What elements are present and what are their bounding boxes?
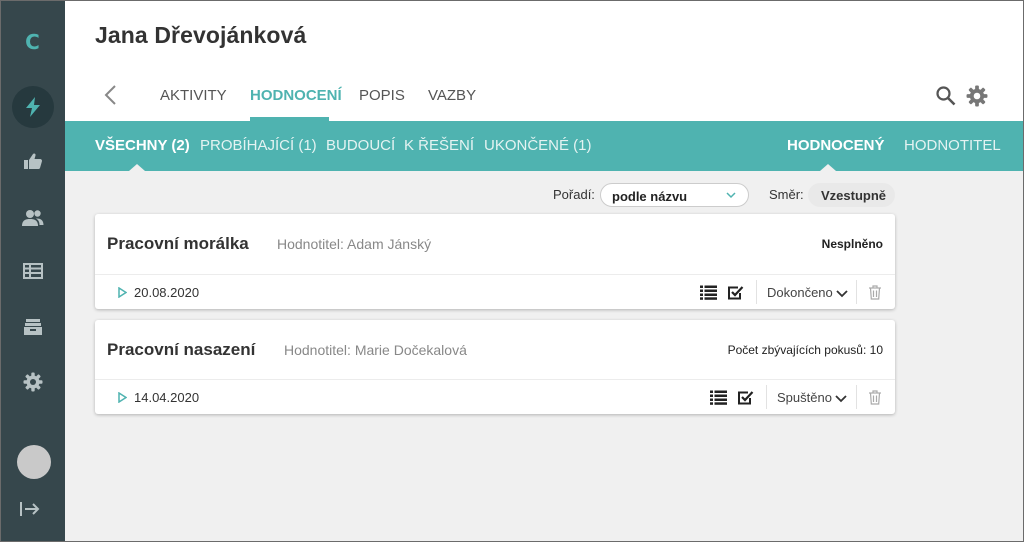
filter-tab-all[interactable]: VŠECHNY (2) <box>95 137 190 154</box>
filter-bar: VŠECHNY (2) PROBÍHAJÍCÍ (1) BUDOUCÍ K ŘE… <box>65 121 1024 171</box>
role-tab-evaluated[interactable]: HODNOCENÝ <box>787 137 885 154</box>
card-evaluator: Hodnotitel: Marie Dočekalová <box>284 342 467 358</box>
order-label: Pořadí: <box>553 187 595 202</box>
sidebar: C <box>0 0 65 542</box>
chevron-down-icon <box>726 192 736 199</box>
order-select[interactable]: podle názvu <box>600 183 749 207</box>
direction-value: Vzestupně <box>821 188 887 203</box>
sidebar-item-activities[interactable] <box>12 86 54 128</box>
play-icon[interactable] <box>118 392 127 403</box>
gear-icon <box>966 85 988 107</box>
lightning-icon <box>26 97 40 117</box>
direction-toggle[interactable]: Vzestupně <box>808 183 895 207</box>
list-icon[interactable] <box>700 285 717 300</box>
search-button[interactable] <box>935 85 957 112</box>
tab-relations[interactable]: VAZBY <box>428 87 476 104</box>
inbox-icon <box>24 319 42 335</box>
page-title: Jana Dřevojánková <box>95 22 307 48</box>
card-divider <box>95 274 895 275</box>
trash-icon[interactable] <box>868 390 882 405</box>
sidebar-item-table[interactable] <box>12 250 54 292</box>
sidebar-item-people[interactable] <box>12 197 54 239</box>
app-logo[interactable]: C <box>0 30 65 54</box>
card-status: Počet zbývajících pokusů: 10 <box>727 343 883 357</box>
chevron-left-icon <box>104 85 116 105</box>
state-dropdown[interactable]: Dokončeno <box>767 285 848 300</box>
chevron-down-icon <box>836 289 848 297</box>
filter-tab-to-resolve[interactable]: K ŘEŠENÍ <box>404 137 474 154</box>
rating-card: Pracovní nasazení Hodnotitel: Marie Doče… <box>95 320 895 414</box>
action-divider <box>766 385 767 409</box>
avatar[interactable] <box>17 445 51 479</box>
checkbox-check-icon[interactable] <box>727 284 744 301</box>
card-status: Nesplněno <box>821 237 883 251</box>
logout-button[interactable] <box>19 500 41 523</box>
people-icon <box>22 210 44 226</box>
card-title[interactable]: Pracovní morálka <box>107 234 249 254</box>
back-button[interactable] <box>103 84 117 111</box>
action-divider <box>756 280 757 304</box>
chevron-down-icon <box>835 394 847 402</box>
gear-icon <box>23 372 43 392</box>
sidebar-item-archive[interactable] <box>12 306 54 348</box>
sidebar-item-ratings[interactable] <box>12 140 54 182</box>
search-icon <box>936 86 956 106</box>
logout-icon <box>20 502 40 516</box>
table-icon <box>23 263 43 279</box>
tab-description[interactable]: POPIS <box>359 87 405 104</box>
trash-icon[interactable] <box>868 285 882 300</box>
state-value: Spuštěno <box>777 390 832 405</box>
card-evaluator: Hodnotitel: Adam Jánský <box>277 236 432 252</box>
card-divider <box>95 379 895 380</box>
direction-label: Směr: <box>769 187 804 202</box>
filter-tab-finished[interactable]: UKONČENÉ (1) <box>484 137 592 154</box>
rating-card: Pracovní morálka Hodnotitel: Adam Jánský… <box>95 214 895 309</box>
thumbs-up-icon <box>24 153 43 169</box>
card-date: 14.04.2020 <box>134 390 200 405</box>
page-header: Jana Dřevojánková AKTIVITY HODNOCENÍ POP… <box>65 0 1024 121</box>
tab-activities[interactable]: AKTIVITY <box>160 87 227 104</box>
filter-tab-upcoming[interactable]: BUDOUCÍ <box>326 137 395 154</box>
role-tab-evaluator[interactable]: HODNOTITEL <box>904 137 1001 154</box>
settings-button[interactable] <box>966 85 988 112</box>
sidebar-item-settings[interactable] <box>12 361 54 403</box>
card-title[interactable]: Pracovní nasazení <box>107 340 255 360</box>
list-icon[interactable] <box>710 390 727 405</box>
active-role-caret <box>820 164 836 171</box>
active-filter-caret <box>129 164 145 171</box>
tab-ratings[interactable]: HODNOCENÍ <box>250 87 342 104</box>
state-value: Dokončeno <box>767 285 833 300</box>
action-divider <box>856 280 857 304</box>
card-date: 20.08.2020 <box>134 285 200 300</box>
order-select-value: podle názvu <box>612 189 688 204</box>
state-dropdown[interactable]: Spuštěno <box>777 390 847 405</box>
action-divider <box>856 385 857 409</box>
play-icon[interactable] <box>118 287 127 298</box>
filter-tab-ongoing[interactable]: PROBÍHAJÍCÍ (1) <box>200 137 317 154</box>
checkbox-check-icon[interactable] <box>737 389 754 406</box>
